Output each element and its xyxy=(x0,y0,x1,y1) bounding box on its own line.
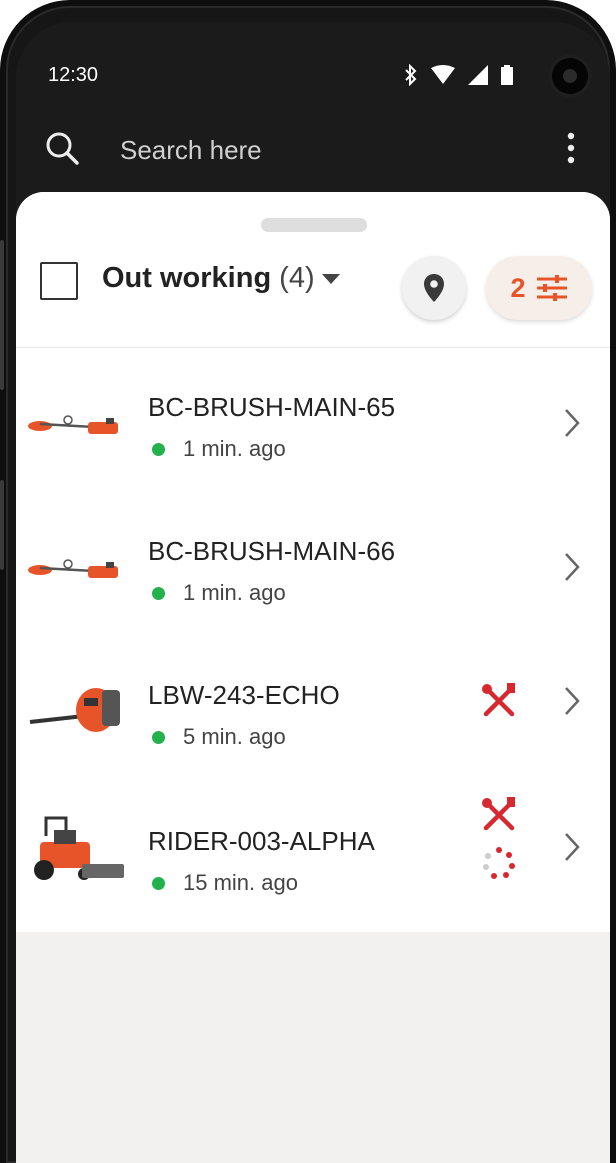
item-name: BC-BRUSH-MAIN-65 xyxy=(148,392,396,422)
online-status-dot xyxy=(152,442,165,456)
status-time: 12:30 xyxy=(48,64,99,86)
list-count: (4) xyxy=(279,262,315,294)
item-name: RIDER-003-ALPHA xyxy=(148,826,375,856)
caret-down-icon xyxy=(321,273,340,284)
item-last-seen: 15 min. ago xyxy=(183,870,298,895)
volume-button xyxy=(0,240,4,390)
wifi-icon xyxy=(431,65,455,84)
bixby-button xyxy=(0,480,4,570)
list-title: Out working xyxy=(102,262,272,294)
search-bar xyxy=(16,118,610,188)
list-filter-dropdown[interactable]: Out working (4) xyxy=(102,262,341,295)
filter-sliders-icon xyxy=(536,275,567,301)
status-bar: 12:30 xyxy=(16,22,610,110)
rider-mower-image xyxy=(34,816,124,880)
leaf-blower-image xyxy=(29,688,120,732)
online-status-dot xyxy=(152,586,165,600)
item-name: LBW-243-ECHO xyxy=(148,680,340,710)
list-item[interactable]: BC-BRUSH-MAIN-65 1 min. ago xyxy=(16,348,610,494)
list-item[interactable]: BC-BRUSH-MAIN-66 1 min. ago xyxy=(16,494,610,640)
filter-button[interactable]: 2 xyxy=(486,256,592,320)
chevron-right-icon xyxy=(565,553,580,581)
sheet-header: Out working (4) 2 xyxy=(16,192,610,348)
wrench-screwdriver-icon xyxy=(482,797,515,831)
bluetooth-icon xyxy=(405,64,417,86)
bottom-sheet: Out working (4) 2 BC-BRUSH-MAIN-65 1 min… xyxy=(16,192,610,1163)
battery-icon xyxy=(501,65,513,85)
screen: 12:30 Search here Out working (4) 2 BC-B… xyxy=(16,22,610,1163)
item-name: BC-BRUSH-MAIN-66 xyxy=(148,536,396,566)
online-status-dot xyxy=(152,876,165,890)
chevron-right-icon xyxy=(565,409,580,437)
search-input[interactable] xyxy=(120,130,500,170)
phone-frame: 12:30 Search here Out working (4) 2 BC-B… xyxy=(0,0,616,1163)
location-pin-icon xyxy=(424,274,444,302)
equipment-list: BC-BRUSH-MAIN-65 1 min. ago BC-BRUSH-MAI… xyxy=(16,348,610,932)
list-item[interactable]: RIDER-003-ALPHA 15 min. ago xyxy=(16,786,610,932)
map-button[interactable] xyxy=(402,256,466,320)
select-all-checkbox[interactable] xyxy=(40,262,78,300)
front-camera xyxy=(548,54,592,98)
chevron-right-icon xyxy=(565,833,580,861)
filter-count: 2 xyxy=(510,272,526,303)
item-status: 5 min. ago xyxy=(152,724,286,750)
list-item[interactable]: LBW-243-ECHO 5 min. ago xyxy=(16,640,610,786)
wrench-screwdriver-icon xyxy=(482,683,515,717)
search-icon[interactable] xyxy=(44,130,80,166)
item-status: 1 min. ago xyxy=(152,580,286,606)
connectivity-dots-icon xyxy=(483,847,515,879)
signal-icon xyxy=(468,65,488,85)
item-last-seen: 5 min. ago xyxy=(183,724,286,749)
item-status: 15 min. ago xyxy=(152,870,298,896)
item-last-seen: 1 min. ago xyxy=(183,436,286,461)
chevron-right-icon xyxy=(565,687,580,715)
online-status-dot xyxy=(152,730,165,744)
item-status: 1 min. ago xyxy=(152,436,286,462)
brushcutter-image xyxy=(28,415,118,434)
item-last-seen: 1 min. ago xyxy=(183,580,286,605)
drag-handle[interactable] xyxy=(261,218,367,232)
status-icons xyxy=(404,64,514,86)
more-vert-icon[interactable] xyxy=(566,132,576,164)
brushcutter-image xyxy=(28,559,118,578)
